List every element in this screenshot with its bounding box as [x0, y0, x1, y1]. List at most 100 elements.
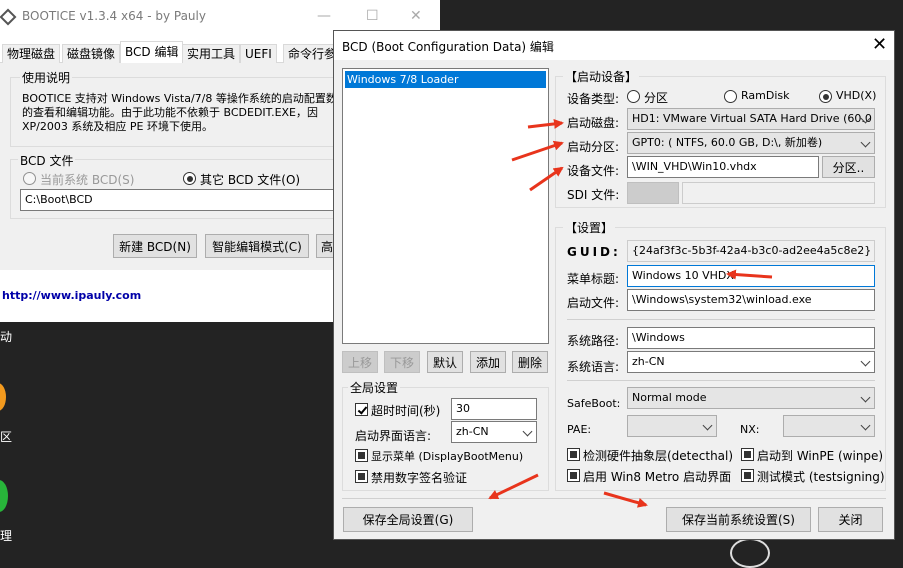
radio-current-label: 当前系统 BCD(S) [40, 173, 135, 187]
radio-ramdisk[interactable] [724, 90, 737, 103]
radio-vhd-label: VHD(X) [836, 89, 877, 102]
timeout-checkbox[interactable] [355, 403, 368, 416]
smart-edit-button[interactable]: 智能编辑模式(C) [205, 234, 309, 258]
save-global-button[interactable]: 保存全局设置(G) [343, 507, 473, 532]
system-path-label: 系统路径: [567, 334, 620, 348]
tab-physical-disk[interactable]: 物理磁盘 [2, 44, 61, 63]
chevron-down-icon [860, 392, 871, 403]
menu-title-label: 菜单标题: [567, 272, 620, 286]
bcd-file-title: BCD 文件 [18, 152, 76, 169]
partition-browse-button[interactable]: 分区.. [822, 156, 875, 178]
sdi-file-label: SDI 文件: [567, 188, 620, 202]
settings-divider [567, 319, 875, 320]
boot-disk-select[interactable]: HD1: VMware Virtual SATA Hard Drive (60.… [627, 108, 875, 130]
boot-disk-value: HD1: VMware Virtual SATA Hard Drive (60.… [632, 112, 875, 125]
safeboot-label: SafeBoot: [567, 397, 621, 410]
move-down-button[interactable]: 下移 [384, 351, 420, 373]
desktop-label: 动 [0, 330, 13, 344]
close-icon[interactable]: ✕ [872, 34, 887, 55]
radio-partition[interactable] [627, 90, 640, 103]
usage-line: XP/2003 系统及相应 PE 环境下使用。 [22, 120, 213, 133]
desktop-label: 理 [0, 529, 13, 543]
boot-device-title: 【启动设备】 [563, 68, 640, 85]
metro-checkbox[interactable] [567, 469, 580, 482]
desktop-green-icon[interactable] [0, 480, 8, 512]
bcd-path-field[interactable]: C:\Boot\BCD [20, 189, 335, 211]
guid-label: GUID: [567, 245, 621, 259]
nx-select[interactable] [783, 415, 875, 437]
winpe-checkbox[interactable] [741, 448, 754, 461]
tab-uefi[interactable]: UEFI [240, 44, 277, 63]
boot-partition-value: GPT0: ( NTFS, 60.0 GB, D:\, 新加卷) [632, 136, 823, 149]
chevron-down-icon [860, 420, 871, 431]
add-entry-button[interactable]: 添加 [470, 351, 506, 373]
boot-partition-select[interactable]: GPT0: ( NTFS, 60.0 GB, D:\, 新加卷) [627, 132, 875, 154]
global-settings-title: 全局设置 [348, 379, 401, 396]
winpe-label: 启动到 WinPE (winpe) [757, 449, 884, 463]
nx-label: NX: [740, 423, 760, 436]
save-current-button[interactable]: 保存当前系统设置(S) [666, 507, 811, 532]
system-lang-value: zh-CN [632, 355, 665, 368]
safeboot-select[interactable]: Normal mode [627, 387, 875, 409]
disable-signature-checkbox[interactable] [355, 470, 368, 483]
move-up-button[interactable]: 上移 [342, 351, 378, 373]
list-item[interactable]: Windows 7/8 Loader [345, 71, 546, 88]
website-link[interactable]: http://www.ipauly.com [2, 289, 141, 302]
show-menu-checkbox[interactable] [355, 449, 368, 462]
pae-select[interactable] [627, 415, 717, 437]
testsigning-checkbox[interactable] [741, 469, 754, 482]
footer-divider [342, 498, 886, 499]
desktop-circle-icon[interactable] [730, 538, 770, 568]
system-lang-select[interactable]: zh-CN [627, 351, 875, 373]
system-lang-label: 系统语言: [567, 360, 620, 374]
dialog-titlebar: BCD (Boot Configuration Data) 编辑 ✕ [334, 31, 894, 60]
radio-other-bcd[interactable] [183, 172, 196, 185]
tab-bcd-edit[interactable]: BCD 编辑 [120, 41, 184, 64]
settings-title: 【设置】 [563, 219, 616, 236]
maximize-icon[interactable]: ☐ [366, 8, 379, 24]
system-path-field[interactable]: \Windows [627, 327, 875, 349]
menu-title-field[interactable]: Windows 10 VHDX [627, 265, 875, 287]
pae-label: PAE: [567, 423, 592, 436]
close-icon[interactable]: ✕ [410, 8, 422, 24]
usage-title: 使用说明 [20, 69, 73, 86]
radio-current-bcd[interactable] [23, 172, 36, 185]
boot-disk-label: 启动磁盘: [567, 116, 620, 130]
desktop-orange-icon[interactable] [0, 383, 6, 411]
tab-disk-image[interactable]: 磁盘镜像 [62, 44, 121, 63]
detecthal-checkbox[interactable] [567, 448, 580, 461]
sdi-device-field[interactable] [627, 182, 679, 204]
radio-partition-label: 分区 [644, 91, 669, 105]
testsigning-label: 测试模式 (testsigning) [757, 470, 885, 484]
close-button[interactable]: 关闭 [818, 507, 883, 532]
dialog-title: BCD (Boot Configuration Data) 编辑 [342, 40, 554, 54]
chevron-down-icon [522, 426, 533, 437]
delete-entry-button[interactable]: 删除 [512, 351, 548, 373]
sdi-file-field[interactable] [682, 182, 875, 204]
boot-entry-list[interactable]: Windows 7/8 Loader [342, 68, 549, 344]
boot-lang-select[interactable]: zh-CN [451, 421, 537, 443]
disable-signature-label: 禁用数字签名验证 [371, 471, 468, 485]
radio-ramdisk-label: RamDisk [741, 89, 790, 102]
chevron-down-icon [702, 420, 713, 431]
detecthal-label: 检测硬件抽象层(detecthal) [583, 449, 734, 463]
bootice-title: BOOTICE v1.3.4 x64 - by Pauly [22, 9, 206, 23]
timeout-field[interactable]: 30 [451, 398, 537, 420]
minimize-icon[interactable]: — [317, 8, 331, 24]
show-menu-label: 显示菜单 (DisplayBootMenu) [371, 450, 524, 463]
timeout-label: 超时时间(秒) [371, 404, 441, 418]
boot-lang-label: 启动界面语言: [355, 429, 432, 443]
bcd-edit-dialog: BCD (Boot Configuration Data) 编辑 ✕ Windo… [333, 30, 895, 540]
new-bcd-button[interactable]: 新建 BCD(N) [113, 234, 197, 258]
device-file-label: 设备文件: [567, 164, 620, 178]
metro-label: 启用 Win8 Metro 启动界面 [583, 470, 732, 484]
boot-file-label: 启动文件: [567, 296, 620, 310]
radio-vhd[interactable] [819, 90, 832, 103]
set-default-button[interactable]: 默认 [427, 351, 463, 373]
boot-lang-value: zh-CN [456, 425, 489, 438]
tab-utilities[interactable]: 实用工具 [182, 44, 241, 63]
boot-partition-label: 启动分区: [567, 140, 620, 154]
device-file-field[interactable]: \WIN_VHD\Win10.vhdx [627, 156, 819, 178]
boot-file-field[interactable]: \Windows\system32\winload.exe [627, 289, 875, 311]
chevron-down-icon [860, 356, 871, 367]
